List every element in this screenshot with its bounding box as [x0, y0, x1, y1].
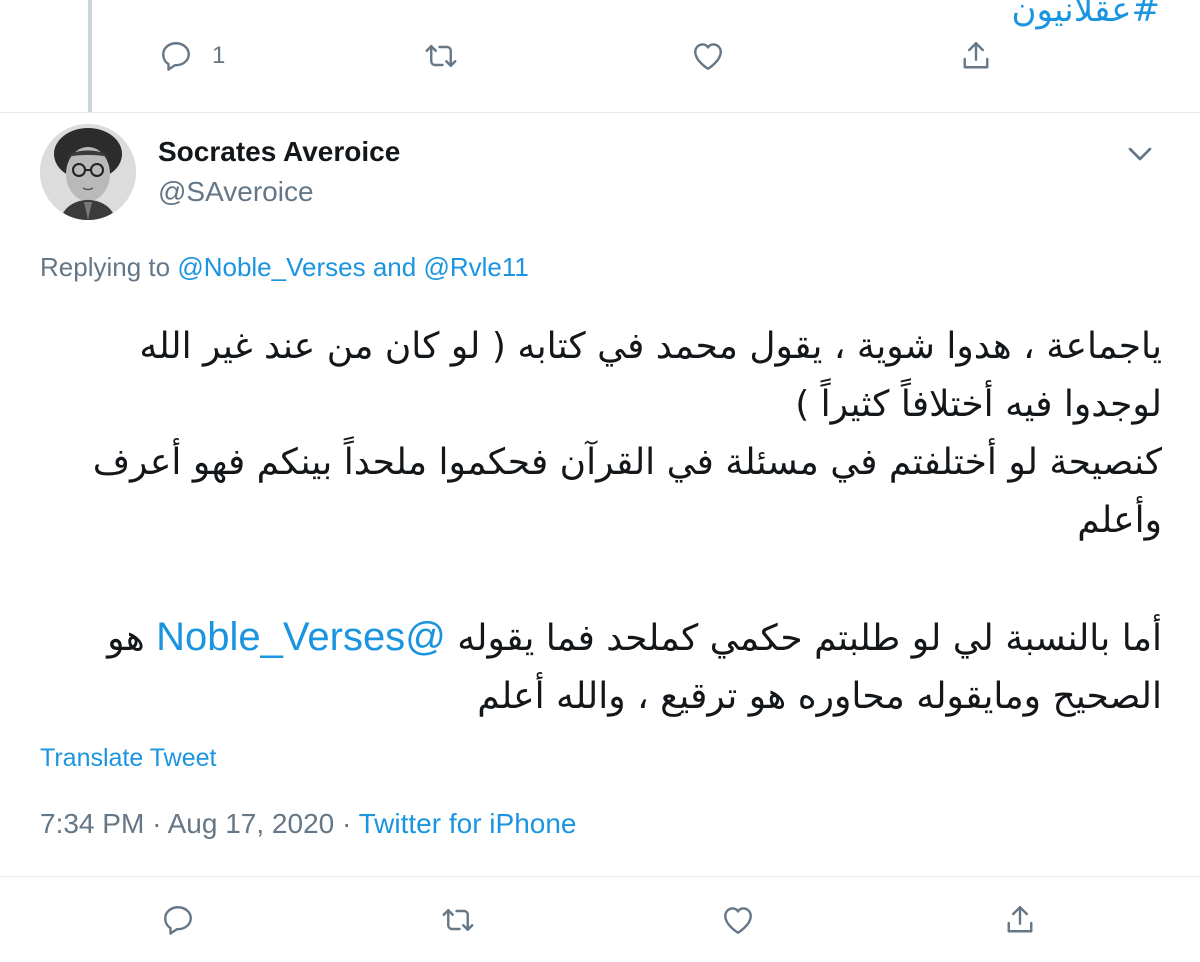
retweet-button[interactable] — [423, 38, 459, 74]
tweet-action-bar — [0, 902, 1200, 962]
tweet-text-line: أما بالنسبة لي لو طلبتم حكمي كملحد فما ي… — [40, 608, 1162, 668]
tweet-text-line: ياجماعة ، هدوا شوية ، يقول محمد في كتابه… — [139, 326, 1162, 367]
tweet-date[interactable]: Aug 17, 2020 — [168, 808, 335, 839]
mention-link-noble-verses-inline[interactable]: @Noble_Verses — [156, 615, 446, 659]
tweet-text: ياجماعة ، هدوا شوية ، يقول محمد في كتابه… — [40, 318, 1162, 726]
tweet-source-link[interactable]: Twitter for iPhone — [359, 808, 577, 839]
hashtag-link[interactable]: #عقلانيون — [1011, 0, 1160, 30]
meta-separator: · — [152, 808, 162, 839]
reply-button[interactable]: 1 — [158, 38, 225, 74]
heart-icon — [724, 907, 752, 934]
retweet-button[interactable] — [440, 902, 476, 938]
mention-link-rvle11[interactable]: @Rvle11 — [423, 252, 528, 282]
author-handle[interactable]: @SAveroice — [158, 176, 314, 208]
replying-to-prefix: Replying to — [40, 252, 171, 282]
author-name[interactable]: Socrates Averoice — [158, 136, 400, 168]
tweet-author-header: Socrates Averoice @SAveroice — [40, 124, 1160, 224]
more-options-button[interactable] — [1120, 134, 1160, 174]
share-icon — [1007, 906, 1033, 933]
tweet-text-line: وأعلم — [1077, 500, 1162, 541]
avatar-portrait-image — [40, 124, 136, 220]
chevron-down-icon — [1128, 147, 1152, 161]
share-button[interactable] — [1002, 902, 1038, 938]
like-button[interactable] — [720, 902, 756, 938]
metadata-divider — [0, 876, 1200, 877]
reply-button[interactable] — [160, 902, 196, 938]
replying-to-connector[interactable]: and — [373, 252, 416, 282]
share-button[interactable] — [958, 38, 994, 74]
tweet-metadata: 7:34 PM · Aug 17, 2020 · Twitter for iPh… — [40, 808, 576, 840]
share-icon — [963, 42, 989, 69]
previous-tweet-action-bar: 1 — [0, 38, 1200, 98]
translate-tweet-link[interactable]: Translate Tweet — [40, 744, 216, 773]
reply-icon — [162, 42, 190, 71]
tweet-text-segment: أما بالنسبة لي لو طلبتم حكمي كملحد فما ي… — [457, 618, 1162, 659]
reply-count: 1 — [212, 42, 226, 69]
tweet-text-line: لوجدوا فيه أختلافاً كثيراً ) — [795, 384, 1162, 425]
retweet-icon — [442, 909, 474, 931]
reply-icon — [164, 906, 192, 935]
tweet-text-line: الصحيح ومايقوله محاوره هو ترقيع ، والله … — [477, 676, 1162, 717]
replying-to-line: Replying to @Noble_Verses and @Rvle11 — [40, 252, 529, 283]
tweet-time[interactable]: 7:34 PM — [40, 808, 144, 839]
like-button[interactable] — [690, 38, 726, 74]
tweet-text-segment: هو — [107, 618, 145, 659]
heart-icon — [694, 43, 722, 70]
retweet-icon — [425, 45, 457, 67]
avatar[interactable] — [40, 124, 136, 220]
meta-separator: · — [342, 808, 352, 839]
mention-link-noble-verses[interactable]: @Noble_Verses — [177, 252, 365, 282]
tweet-divider — [0, 112, 1200, 113]
tweet-text-line: كنصيحة لو أختلفتم في مسئلة في القرآن فحك… — [92, 442, 1162, 483]
